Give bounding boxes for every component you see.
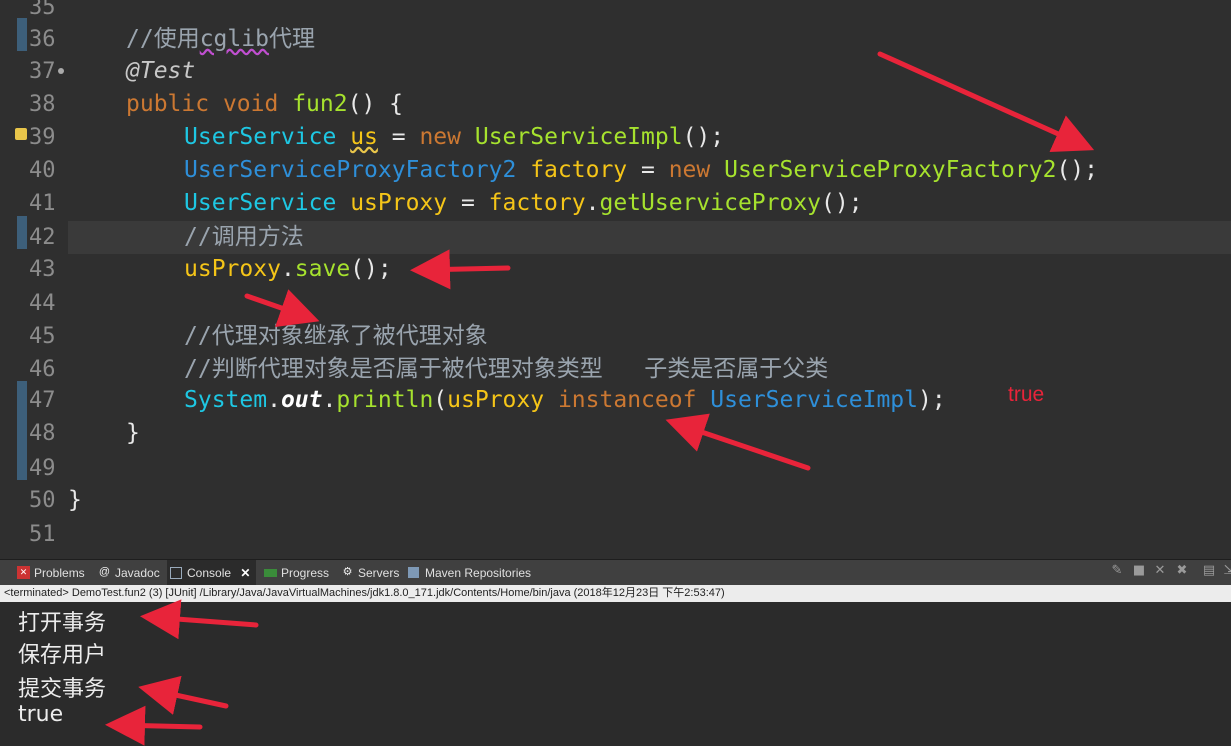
console-line: 保存用户 xyxy=(18,643,107,668)
line-number: 38 xyxy=(29,92,56,117)
code-line: 48 } xyxy=(0,417,1231,450)
code-comment: //调用方法 xyxy=(184,224,304,250)
method-name: fun2 xyxy=(292,91,348,117)
code-comment: //判断代理对象是否属于被代理对象类型 子类是否属于父类 xyxy=(184,356,829,382)
scroll-lock-icon[interactable]: ▤ xyxy=(1202,564,1216,578)
line-number: 49 xyxy=(29,456,56,481)
line-number: 36 xyxy=(29,27,56,52)
close-icon[interactable]: ✕ xyxy=(240,566,250,580)
code-line: 36 //使用cglib代理 xyxy=(0,23,1231,56)
console-line: 打开事务 xyxy=(18,611,107,636)
test-annotation: @Test xyxy=(126,58,196,84)
line-number: 47 xyxy=(29,388,56,413)
code-comment: //使用cglib代理 xyxy=(126,26,315,52)
console-line: 提交事务 xyxy=(18,677,107,702)
console-output[interactable]: 打开事务 保存用户 提交事务 true xyxy=(0,602,1231,746)
line-number: 41 xyxy=(29,191,56,216)
warning-icon[interactable] xyxy=(15,128,27,140)
line-number: 35 xyxy=(29,0,56,20)
change-ruler xyxy=(17,216,27,249)
code-line: 41 UserService usProxy = factory.getUser… xyxy=(0,187,1231,220)
line-number: 48 xyxy=(29,421,56,446)
code-line: 49 xyxy=(0,452,1231,485)
word-wrap-icon[interactable]: ⇲ xyxy=(1222,564,1231,578)
line-number: 44 xyxy=(29,291,56,316)
line-number: 43 xyxy=(29,257,56,282)
spelling-squiggle: cglib xyxy=(199,26,269,52)
console-line: true xyxy=(18,702,64,727)
progress-icon xyxy=(264,569,277,577)
tab-problems[interactable]: ✕ Problems xyxy=(14,560,91,586)
problems-icon: ✕ xyxy=(17,566,30,579)
code-line: 45 //代理对象继承了被代理对象 xyxy=(0,320,1231,353)
line-number: 46 xyxy=(29,357,56,382)
remove-all-icon[interactable]: ✖ xyxy=(1175,564,1189,578)
code-line: 50 } xyxy=(0,484,1231,517)
view-tab-bar: ✕ Problems @ Javadoc Console ✕ Progress … xyxy=(0,559,1231,586)
line-number: 39 xyxy=(29,125,56,150)
tab-servers[interactable]: ⚙ Servers xyxy=(338,560,405,586)
line-number: 45 xyxy=(29,324,56,349)
maven-icon xyxy=(408,567,419,578)
stop-icon[interactable]: ■ xyxy=(1132,564,1146,578)
tab-maven-repositories[interactable]: Maven Repositories xyxy=(405,560,537,586)
annotation-note: true xyxy=(1008,383,1045,406)
code-line: 43 usProxy.save(); xyxy=(0,253,1231,286)
line-number: 51 xyxy=(29,522,56,547)
code-line: 35 xyxy=(0,0,1231,24)
tab-progress[interactable]: Progress xyxy=(261,560,335,586)
code-line: 47 System.out.println(usProxy instanceof… xyxy=(0,384,1231,417)
remove-launch-icon[interactable]: ✕ xyxy=(1153,564,1167,578)
code-line: 51 xyxy=(0,518,1231,551)
console-launch-info: <terminated> DemoTest.fun2 (3) [JUnit] /… xyxy=(0,585,1231,602)
code-line: 40 UserServiceProxyFactory2 factory = ne… xyxy=(0,154,1231,187)
javadoc-icon: @ xyxy=(98,566,111,578)
line-number: 37 xyxy=(29,59,56,84)
code-line: 46 //判断代理对象是否属于被代理对象类型 子类是否属于父类 xyxy=(0,353,1231,386)
code-editor[interactable]: 35 36 //使用cglib代理 37 @Test 38 public voi… xyxy=(0,0,1231,551)
code-line: 44 xyxy=(0,287,1231,320)
line-number: 50 xyxy=(29,488,56,513)
fold-marker-icon[interactable] xyxy=(58,68,64,74)
tab-console[interactable]: Console ✕ xyxy=(167,560,257,586)
code-line: 39 UserService us = new UserServiceImpl(… xyxy=(0,121,1231,154)
console-icon xyxy=(170,567,182,579)
code-comment: //代理对象继承了被代理对象 xyxy=(184,323,488,349)
tab-javadoc[interactable]: @ Javadoc xyxy=(95,560,166,586)
current-code-line: 42 //调用方法 xyxy=(29,221,1231,254)
line-number: 42 xyxy=(29,225,56,250)
code-line: 37 @Test xyxy=(0,55,1231,88)
servers-icon: ⚙ xyxy=(342,566,353,578)
terminate-icon[interactable]: ✎ xyxy=(1110,564,1124,578)
line-number: 40 xyxy=(29,158,56,183)
code-line: 38 public void fun2() { xyxy=(0,88,1231,121)
